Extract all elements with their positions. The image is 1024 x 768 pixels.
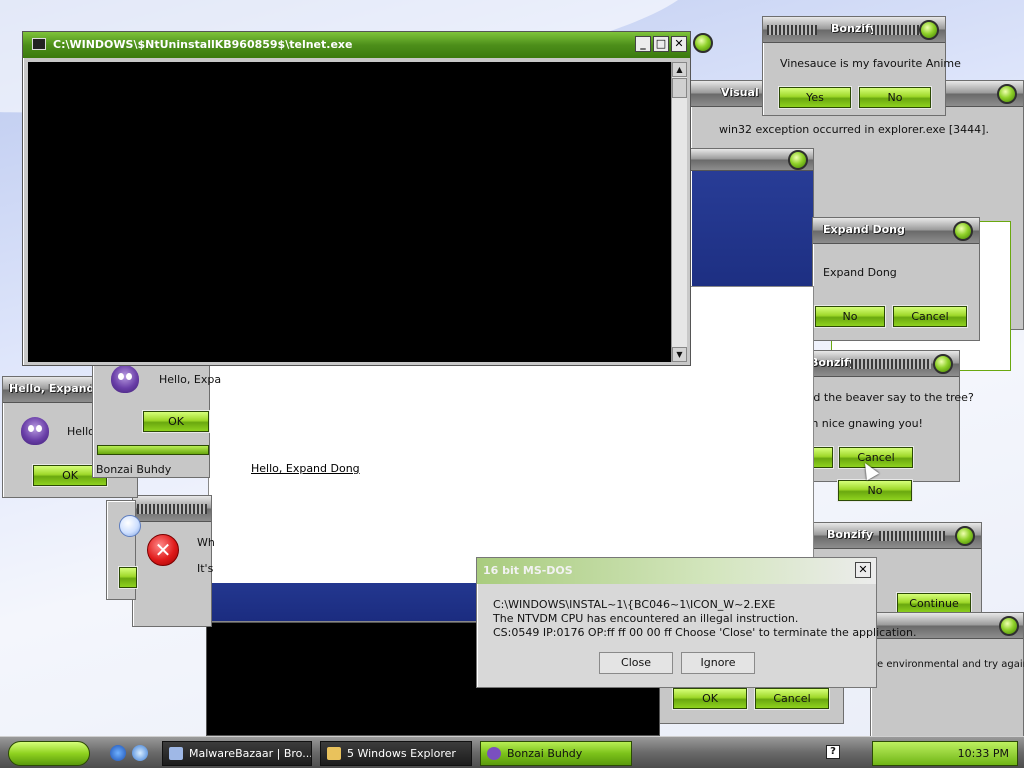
close-button[interactable]: ✕	[671, 36, 687, 52]
bonzify-anime-dialog: Bonzify Vinesauce is my favourite Anime …	[762, 16, 961, 116]
ie-icon[interactable]	[110, 745, 126, 761]
browser-icon	[169, 747, 183, 760]
help-icon[interactable]: ?	[826, 745, 840, 759]
blue-gradient-window	[690, 148, 814, 288]
msdos-title: 16 bit MS-DOS	[483, 564, 573, 577]
bonzi-icon	[111, 365, 139, 393]
close-orb-icon[interactable]	[955, 526, 975, 546]
info-icon	[119, 515, 141, 537]
expand-dong-link[interactable]: Hello, Expand Dong	[251, 462, 360, 475]
taskbar-item-label: Bonzai Buhdy	[507, 747, 583, 760]
msdos-error-dialog: 16 bit MS-DOS ✕ C:\WINDOWS\INSTAL~1\{BC0…	[476, 557, 917, 688]
dong-message: Expand Dong	[823, 266, 897, 279]
left-backdrop-dialog	[106, 500, 141, 600]
close-button[interactable]: ✕	[855, 562, 871, 578]
ok-button[interactable]: OK	[673, 688, 747, 709]
yes-button[interactable]: Yes	[779, 87, 851, 108]
close-orb-icon[interactable]	[997, 84, 1017, 104]
minimize-button[interactable]: _	[635, 36, 651, 52]
start-button[interactable]	[8, 741, 90, 766]
maximize-button[interactable]: □	[653, 36, 669, 52]
cancel-button[interactable]: Cancel	[893, 306, 967, 327]
close-button-text[interactable]: Close	[599, 652, 673, 674]
close-orb-icon[interactable]	[953, 221, 973, 241]
close-orb-icon[interactable]	[693, 33, 713, 53]
scroll-down-button[interactable]: ▼	[672, 347, 687, 362]
continue-button[interactable]: Continue	[897, 593, 971, 614]
msdos-line-3: CS:0549 IP:0176 OP:ff ff 00 00 ff Choose…	[493, 626, 917, 639]
clock[interactable]: 10:33 PM	[958, 747, 1009, 760]
close-orb-icon[interactable]	[919, 20, 939, 40]
taskbar-item-explorer[interactable]: 5 Windows Explorer	[320, 741, 472, 766]
bonzi-icon	[21, 417, 49, 445]
error-message-1: Wh	[197, 536, 215, 549]
vertical-scrollbar[interactable]: ▲ ▼	[671, 62, 687, 362]
taskbar: MalwareBazaar | Bro... 5 Windows Explore…	[0, 736, 1024, 768]
no-button[interactable]: No	[859, 87, 931, 108]
bonzai-label: Bonzai Buhdy	[96, 463, 172, 476]
cancel-button[interactable]: Cancel	[839, 447, 913, 468]
system-tray: 10:33 PM	[872, 741, 1018, 766]
console-icon	[32, 38, 46, 50]
hello-expand-dialog-2: Hello, Expa OK Bonzai Buhdy	[92, 352, 221, 478]
close-orb-icon[interactable]	[933, 354, 953, 374]
taskbar-item-label: MalwareBazaar | Bro...	[189, 747, 312, 760]
bonzi-icon	[487, 747, 501, 760]
msdos-line-2: The NTVDM CPU has encountered an illegal…	[493, 612, 799, 625]
taskbar-item-bonzai[interactable]: Bonzai Buhdy	[480, 741, 632, 766]
exception-message: win32 exception occurred in explorer.exe…	[719, 123, 989, 136]
taskbar-item-malwarebazaar[interactable]: MalwareBazaar | Bro...	[162, 741, 312, 766]
error-x-icon: ✕	[147, 534, 179, 566]
no-button[interactable]: No	[815, 306, 885, 327]
error-message-2: It's	[197, 562, 214, 575]
console-screen[interactable]	[28, 62, 671, 362]
anime-message: Vinesauce is my favourite Anime	[780, 57, 961, 70]
hello-message: Hello	[67, 425, 95, 438]
scroll-thumb[interactable]	[672, 78, 687, 98]
msdos-line-1: C:\WINDOWS\INSTAL~1\{BC046~1\ICON_W~2.EX…	[493, 598, 776, 611]
cancel-button[interactable]: Cancel	[755, 688, 829, 709]
ignore-button[interactable]: Ignore	[681, 652, 755, 674]
error-dialog: ✕ Wh It's	[132, 495, 215, 627]
scroll-up-button[interactable]: ▲	[672, 62, 687, 77]
fragment-text: e environmental and try again	[877, 659, 1024, 670]
green-progress	[97, 445, 209, 455]
ok-button[interactable]: OK	[143, 411, 209, 432]
no-button-behind[interactable]: No	[838, 480, 912, 501]
expand-dong-dialog: Expand Dong Expand Dong No Cancel	[812, 217, 980, 341]
close-orb-icon[interactable]	[999, 616, 1019, 636]
ok-button[interactable]	[119, 567, 137, 588]
folder-icon	[327, 747, 341, 760]
browser-quicklaunch-icon[interactable]	[132, 745, 148, 761]
taskbar-item-label: 5 Windows Explorer	[347, 747, 456, 760]
telnet-console-window: C:\WINDOWS\$NtUninstallKB960859$\telnet.…	[22, 31, 691, 366]
hello-message: Hello, Expa	[159, 373, 222, 386]
telnet-title: C:\WINDOWS\$NtUninstallKB960859$\telnet.…	[53, 38, 353, 51]
close-orb-icon[interactable]	[788, 150, 808, 170]
